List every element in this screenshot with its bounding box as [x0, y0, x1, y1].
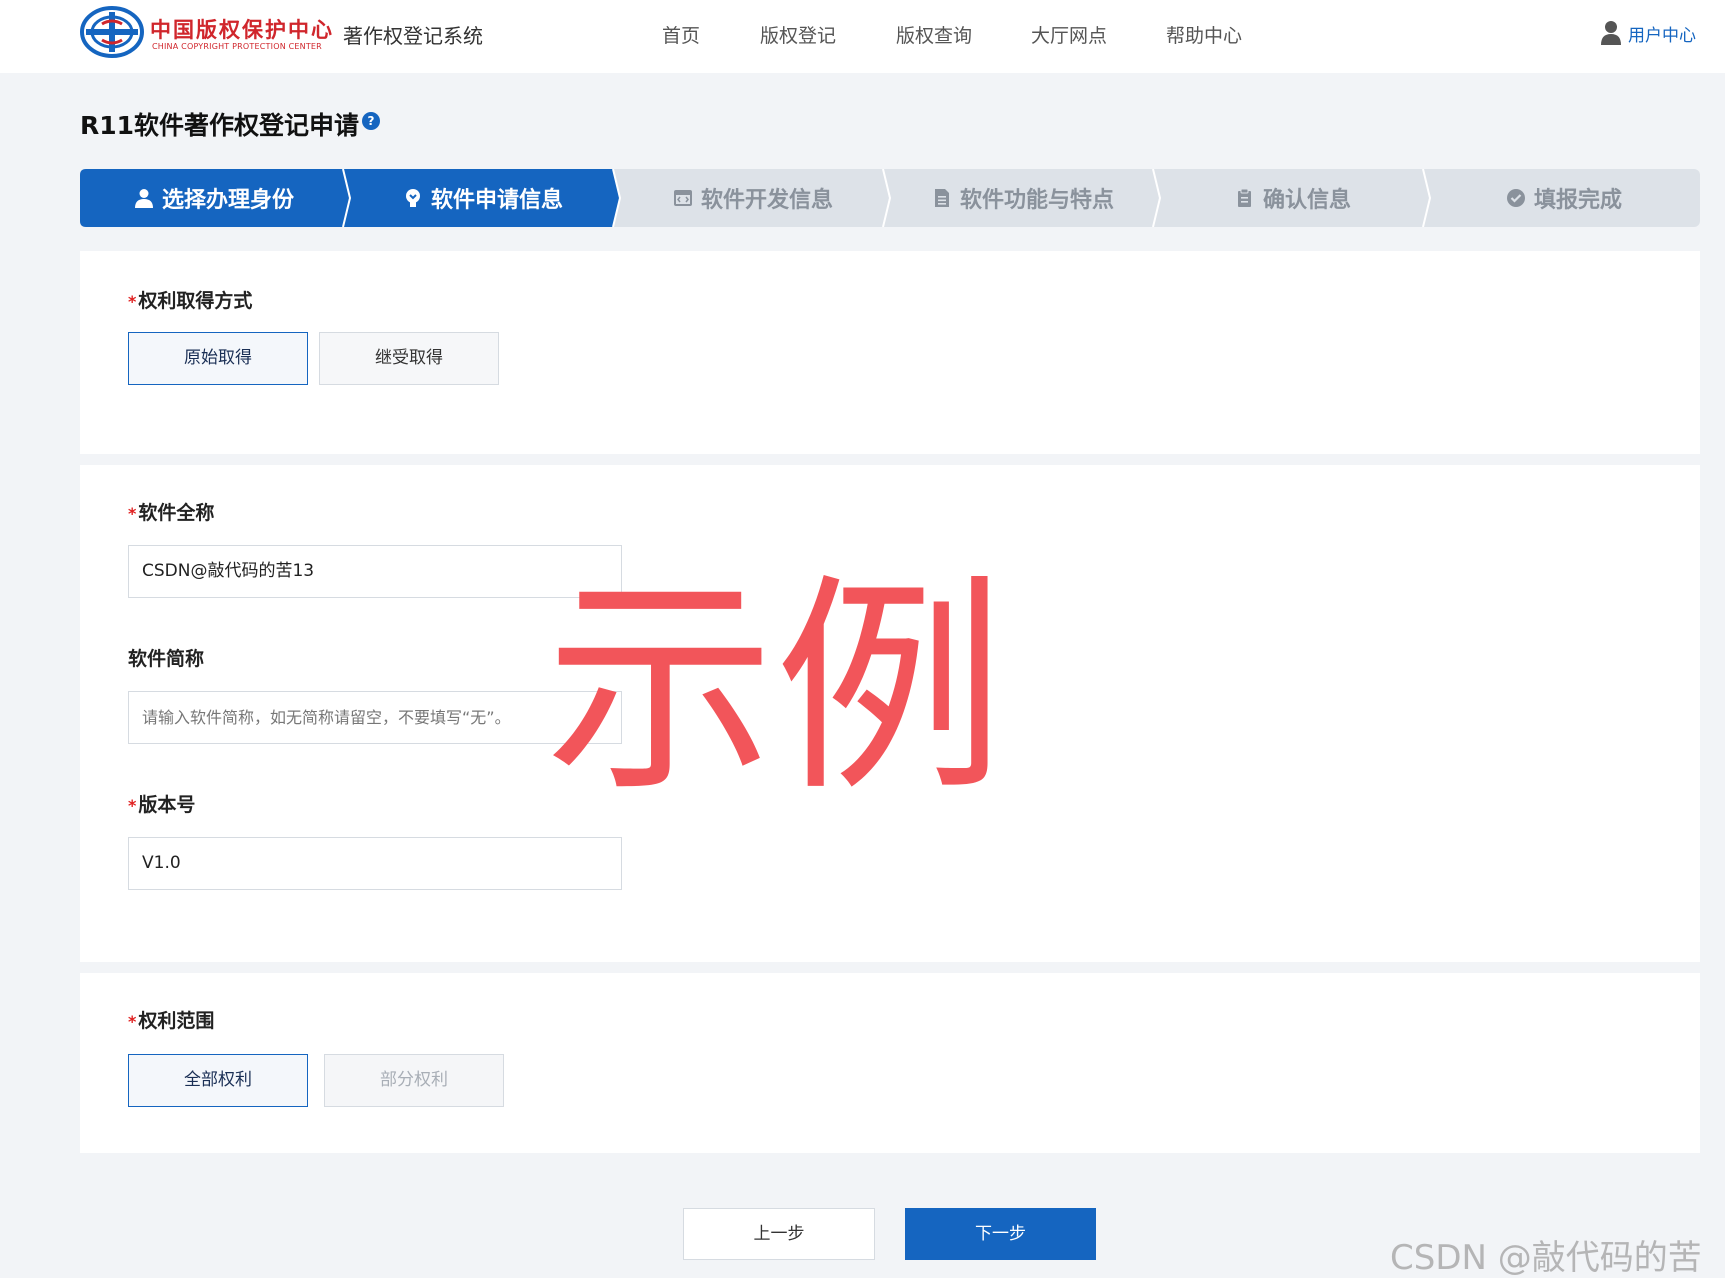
version-input[interactable]: V1.0 — [128, 837, 622, 890]
step-confirm-info[interactable]: 确认信息 — [1158, 169, 1428, 227]
csdn-watermark: CSDN @敲代码的苦13 — [1390, 1238, 1702, 1278]
required-mark: * — [128, 504, 137, 523]
example-stamp-overlay: 示例 — [545, 556, 1006, 823]
required-mark: * — [128, 796, 137, 815]
previous-step-button[interactable]: 上一步 — [683, 1208, 875, 1260]
option-partial-rights[interactable]: 部分权利 — [324, 1054, 504, 1107]
required-mark: * — [128, 292, 137, 311]
user-center-label: 用户中心 — [1628, 25, 1696, 46]
nav-help-center[interactable]: 帮助中心 — [1166, 21, 1242, 48]
step-software-application-info[interactable]: 软件申请信息 — [348, 169, 618, 227]
help-icon[interactable]: ? — [362, 112, 380, 130]
document-icon — [934, 189, 949, 207]
step-complete[interactable]: 填报完成 — [1428, 169, 1700, 227]
step-label: 软件申请信息 — [430, 188, 563, 213]
short-name-label: 软件简称 — [128, 648, 205, 670]
step-software-features[interactable]: 软件功能与特点 — [888, 169, 1158, 227]
step-label: 填报完成 — [1533, 188, 1622, 213]
scope-label: * 权利范围 — [128, 1006, 214, 1033]
rights-scope-card: * 权利范围 全部权利 部分权利 — [80, 973, 1700, 1153]
required-mark: * — [128, 1012, 137, 1031]
step-label: 软件功能与特点 — [959, 188, 1114, 213]
nav-copyright-query[interactable]: 版权查询 — [896, 21, 972, 48]
option-inherited-acquisition[interactable]: 继受取得 — [319, 332, 499, 385]
check-circle-icon — [1506, 189, 1525, 207]
full-name-label-text: 软件全称 — [138, 502, 215, 524]
nav-service-halls[interactable]: 大厅网点 — [1031, 21, 1107, 48]
logo-english-name: CHINA COPYRIGHT PROTECTION CENTER — [152, 42, 322, 51]
acquisition-card: * 权利取得方式 原始取得 继受取得 — [80, 251, 1700, 454]
step-label: 确认信息 — [1262, 188, 1351, 213]
system-name: 著作权登记系统 — [343, 24, 483, 48]
page-title: R11软件著作权登记申请 — [80, 111, 360, 140]
user-icon — [134, 189, 153, 208]
nav-copyright-registration[interactable]: 版权登记 — [760, 21, 836, 48]
progress-steps: 选择办理身份 软件申请信息 软件开发信息 软件功能与特点 确认信息 填报完成 — [80, 169, 1700, 227]
clipboard-icon — [1237, 188, 1251, 207]
option-all-rights[interactable]: 全部权利 — [128, 1054, 308, 1107]
full-name-label: * 软件全称 — [128, 498, 214, 525]
top-header: 中国版权保护中心 CHINA COPYRIGHT PROTECTION CENT… — [0, 0, 1725, 73]
step-select-identity[interactable]: 选择办理身份 — [80, 169, 348, 227]
copyright-center-logo[interactable] — [80, 6, 144, 58]
version-label: * 版本号 — [128, 790, 195, 817]
acquisition-label-text: 权利取得方式 — [138, 290, 253, 312]
lightbulb-icon — [405, 189, 420, 207]
code-window-icon — [673, 190, 692, 206]
user-center-link[interactable]: 用户中心 — [1600, 20, 1696, 46]
step-label: 软件开发信息 — [700, 188, 833, 213]
version-label-text: 版本号 — [138, 794, 196, 816]
step-software-development-info[interactable]: 软件开发信息 — [618, 169, 888, 227]
nav-home[interactable]: 首页 — [662, 21, 700, 48]
option-original-acquisition[interactable]: 原始取得 — [128, 332, 308, 385]
acquisition-label: * 权利取得方式 — [128, 286, 252, 313]
scope-label-text: 权利范围 — [138, 1010, 215, 1032]
step-label: 选择办理身份 — [161, 188, 294, 213]
next-step-button[interactable]: 下一步 — [905, 1208, 1096, 1260]
user-icon — [1601, 21, 1621, 45]
logo-chinese-name: 中国版权保护中心 — [150, 17, 334, 42]
